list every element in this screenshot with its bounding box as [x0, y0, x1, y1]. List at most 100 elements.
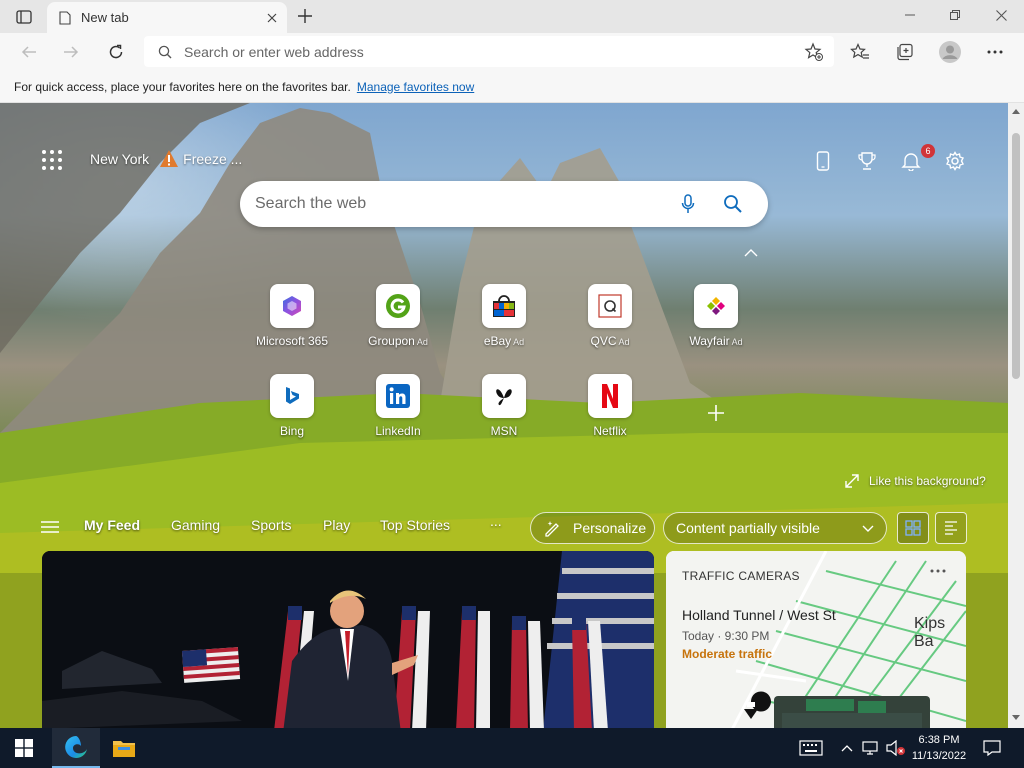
minimize-button[interactable] — [887, 0, 933, 30]
refresh-icon — [109, 44, 123, 59]
traffic-location: Holland Tunnel / West St — [682, 607, 836, 623]
network-tray-icon[interactable] — [860, 728, 882, 768]
add-site-button[interactable] — [702, 399, 730, 427]
ad-label: Ad — [731, 337, 743, 347]
plus-icon — [708, 405, 724, 421]
apps-grid-icon[interactable] — [40, 148, 64, 172]
new-tab-page: New York Freeze ... 6 Microsoft 365 — [0, 103, 1008, 728]
page-icon — [59, 10, 71, 25]
personalize-label: Personalize — [573, 520, 647, 536]
traffic-card-title: TRAFFIC CAMERAS — [682, 569, 800, 583]
feed-tab-sports[interactable]: Sports — [251, 517, 291, 533]
page-settings-button[interactable] — [941, 147, 969, 175]
address-bar[interactable] — [144, 36, 834, 67]
settings-more-button[interactable] — [980, 38, 1010, 66]
feed-tab-top-stories[interactable]: Top Stories — [380, 517, 450, 533]
restore-button[interactable] — [932, 0, 978, 30]
bell-icon — [901, 153, 921, 171]
ad-label: Ad — [513, 337, 525, 347]
collections-button[interactable] — [890, 38, 920, 66]
quick-link-wayfair[interactable]: Wayfair Ad — [671, 284, 761, 360]
like-background-label: Like this background? — [869, 474, 986, 488]
profile-button[interactable] — [935, 38, 965, 66]
microsoft-365-logo-icon — [270, 284, 314, 328]
quick-link-ebay[interactable]: eBay Ad — [459, 284, 549, 360]
close-window-button[interactable] — [978, 0, 1024, 30]
ad-label: Ad — [416, 337, 428, 347]
action-center-button[interactable] — [978, 728, 1006, 768]
rewards-button[interactable] — [853, 147, 881, 175]
personalize-button[interactable]: Personalize — [530, 512, 655, 544]
quick-link-label: Microsoft 365 — [255, 334, 329, 348]
tab-actions-icon — [16, 10, 32, 24]
like-background-button[interactable]: Like this background? — [845, 474, 986, 488]
quick-link-label: QVC — [590, 334, 617, 348]
network-icon — [862, 741, 878, 755]
list-view-icon — [945, 521, 957, 535]
touch-keyboard-button[interactable] — [794, 728, 828, 768]
feed-more-button[interactable]: ... — [490, 513, 502, 529]
quick-link-bing[interactable]: Bing — [247, 374, 337, 450]
tab-actions-button[interactable] — [10, 6, 38, 28]
taskbar-file-explorer-button[interactable] — [100, 728, 148, 768]
groupon-logo-icon — [376, 284, 420, 328]
windows-taskbar: 6:38 PM 11/13/2022 — [0, 728, 1024, 768]
feed-tab-play[interactable]: Play — [323, 517, 350, 533]
windows-logo-icon — [15, 739, 33, 757]
browser-toolbar — [0, 33, 1024, 71]
card-more-options-icon[interactable] — [930, 569, 946, 573]
scrollbar-thumb[interactable] — [1012, 133, 1020, 379]
list-view-button[interactable] — [935, 512, 967, 544]
collections-icon — [897, 43, 913, 61]
web-search-box[interactable] — [240, 181, 768, 227]
search-icon — [158, 45, 172, 58]
chevron-up-icon[interactable] — [743, 247, 759, 259]
address-input[interactable] — [184, 43, 764, 60]
tab-title: New tab — [81, 10, 129, 25]
expand-icon — [845, 474, 859, 488]
traffic-cameras-card[interactable]: TRAFFIC CAMERAS Holland Tunnel / West St… — [666, 551, 966, 728]
start-button[interactable] — [0, 728, 48, 768]
taskbar-edge-button[interactable] — [52, 728, 100, 768]
content-visibility-dropdown[interactable]: Content partially visible — [663, 512, 887, 544]
weather-widget[interactable]: New York Freeze ... — [90, 149, 242, 169]
quick-link-label: eBay — [483, 334, 512, 348]
news-card[interactable] — [42, 551, 654, 728]
grid-view-button[interactable] — [897, 512, 929, 544]
voice-search-button[interactable] — [676, 192, 700, 216]
quick-link-linkedin[interactable]: LinkedIn — [353, 374, 443, 450]
quick-link-microsoft-365[interactable]: Microsoft 365 — [247, 284, 337, 360]
scroll-up-arrow-icon[interactable] — [1011, 107, 1021, 115]
web-search-input[interactable] — [255, 195, 655, 213]
add-favorite-button[interactable] — [804, 42, 824, 62]
quick-link-groupon[interactable]: Groupon Ad — [353, 284, 443, 360]
back-button[interactable] — [14, 37, 44, 67]
netflix-logo-icon — [588, 374, 632, 418]
ebay-bag-icon — [482, 284, 526, 328]
close-tab-icon[interactable] — [267, 13, 277, 23]
chevron-down-icon — [862, 525, 874, 532]
quick-link-msn[interactable]: MSN — [459, 374, 549, 450]
quick-link-label: Wayfair — [689, 334, 730, 348]
forward-button[interactable] — [56, 37, 86, 67]
mobile-app-button[interactable] — [809, 147, 837, 175]
feed-tab-my-feed[interactable]: My Feed — [84, 517, 140, 533]
feed-tab-gaming[interactable]: Gaming — [171, 517, 220, 533]
new-tab-button[interactable] — [292, 5, 318, 27]
quick-link-qvc[interactable]: QVC Ad — [565, 284, 655, 360]
quick-link-netflix[interactable]: Netflix — [565, 374, 655, 450]
grid-view-icon — [905, 520, 921, 536]
avatar-icon — [939, 41, 961, 63]
hamburger-menu-icon[interactable] — [41, 521, 59, 533]
show-hidden-icons-button[interactable] — [836, 728, 858, 768]
news-photo-image — [42, 551, 654, 728]
tab-new-tab[interactable]: New tab — [47, 2, 287, 33]
system-clock[interactable]: 6:38 PM 11/13/2022 — [904, 732, 974, 764]
traffic-status: Moderate traffic — [682, 647, 773, 661]
refresh-button[interactable] — [101, 37, 131, 67]
scroll-down-arrow-icon[interactable] — [1011, 714, 1021, 722]
favorites-button[interactable] — [845, 38, 875, 66]
search-submit-button[interactable] — [721, 192, 745, 216]
manage-favorites-link[interactable]: Manage favorites now — [357, 80, 474, 94]
page-scrollbar[interactable] — [1008, 103, 1024, 728]
